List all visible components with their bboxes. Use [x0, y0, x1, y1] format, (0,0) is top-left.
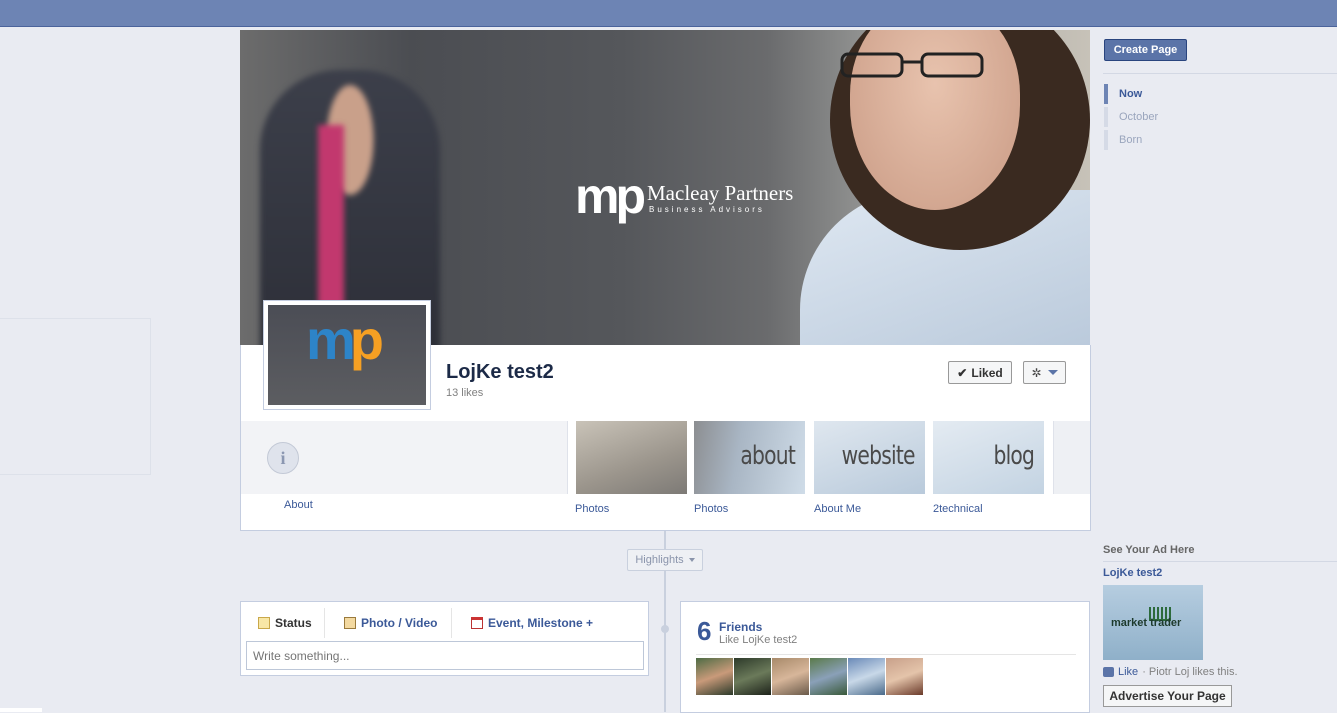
app-label-about-me[interactable]: About Me [814, 503, 861, 515]
app-thumb-website[interactable]: website [814, 421, 925, 494]
info-icon: i [267, 442, 299, 474]
tab-photo-video-label: Photo / Video [361, 616, 438, 630]
profile-picture[interactable]: mp [263, 300, 431, 410]
ad-image[interactable]: market trader [1103, 585, 1203, 660]
app-tile-more[interactable] [1053, 421, 1090, 494]
advertise-page-button[interactable]: Advertise Your Page [1103, 685, 1232, 707]
top-bar [0, 0, 1337, 27]
thumb-text-about: about [740, 441, 795, 471]
glasses-graphic [840, 52, 984, 78]
profile-logo: mp [306, 307, 384, 372]
profile-logo-p: p [349, 308, 384, 371]
app-label-photos-2[interactable]: Photos [694, 503, 728, 515]
status-icon [258, 617, 270, 629]
chevron-down-icon [688, 558, 695, 562]
timeline-nav-born[interactable]: Born [1104, 130, 1158, 150]
check-icon: ✔ [957, 365, 968, 380]
post-composer: Status Photo / Video Event, Milestone + [240, 601, 649, 676]
page-edge [0, 708, 42, 712]
friend-avatar[interactable] [886, 658, 923, 695]
friends-title[interactable]: Friends [719, 620, 762, 634]
gear-icon: ✲ [1031, 365, 1042, 380]
friend-avatar[interactable] [848, 658, 885, 695]
app-thumb-photos[interactable] [576, 421, 687, 494]
friend-avatar[interactable] [696, 658, 733, 695]
calendar-icon [471, 617, 483, 629]
thumb-text-website: website [841, 441, 916, 471]
cover-brand-tagline: Business Advisors [649, 205, 765, 214]
tab-photo-video[interactable]: Photo / Video [344, 616, 437, 630]
page-title[interactable]: LojKe test2 [446, 361, 554, 384]
thumb-text-blog: blog [993, 441, 1034, 471]
timeline-dot [661, 625, 669, 633]
tab-event-milestone-label: Event, Milestone + [488, 616, 594, 630]
post-input[interactable] [246, 641, 644, 670]
tab-status-label: Status [275, 616, 312, 630]
blank-panel [0, 318, 151, 475]
app-thumb-about[interactable]: about [694, 421, 805, 494]
highlights-label: Highlights [635, 554, 684, 566]
cover-logo-mark: mp [575, 168, 646, 224]
tab-divider [451, 608, 452, 638]
friend-avatar[interactable] [772, 658, 809, 695]
ad-like-text: · Piotr Loj likes this. [1142, 666, 1238, 678]
ad-heading[interactable]: See Your Ad Here [1103, 544, 1195, 556]
settings-dropdown-button[interactable]: ✲ [1023, 361, 1066, 384]
timeline-nav: Now October Born [1104, 84, 1158, 153]
timeline-nav-october[interactable]: October [1104, 107, 1158, 127]
friends-box: 6 Friends Like LojKe test2 [680, 601, 1090, 713]
friend-photo-list [696, 658, 923, 695]
divider [1103, 561, 1337, 562]
liked-label: Liked [971, 365, 1003, 380]
liked-button[interactable]: ✔ Liked [948, 361, 1012, 384]
friends-subtitle: Like LojKe test2 [719, 634, 798, 646]
friends-count[interactable]: 6 [697, 616, 711, 647]
divider [696, 654, 1076, 655]
create-page-button[interactable]: Create Page [1104, 39, 1187, 61]
friend-avatar[interactable] [810, 658, 847, 695]
photo-icon [344, 617, 356, 629]
profile-logo-m: m [306, 308, 356, 371]
app-label-about[interactable]: About [284, 499, 313, 511]
friend-avatar[interactable] [734, 658, 771, 695]
cover-tie [318, 125, 344, 315]
app-label-photos[interactable]: Photos [575, 503, 609, 515]
tab-event-milestone[interactable]: Event, Milestone + [471, 616, 593, 630]
timeline-nav-now[interactable]: Now [1104, 84, 1158, 104]
app-thumb-blog[interactable]: blog [933, 421, 1044, 494]
cover-brand-name: Macleay Partners [647, 181, 794, 205]
tab-divider [324, 608, 325, 638]
highlights-dropdown[interactable]: Highlights [627, 549, 703, 571]
ad-image-text: market trader [1111, 617, 1182, 629]
thumbs-up-icon [1103, 667, 1114, 677]
ad-title[interactable]: LojKe test2 [1103, 567, 1162, 579]
tab-status[interactable]: Status [258, 616, 312, 630]
ad-like-link[interactable]: Like [1118, 666, 1138, 678]
cover-photo[interactable]: mp Macleay Partners Business Advisors [240, 30, 1090, 345]
ad-like-row: Like · Piotr Loj likes this. [1103, 666, 1238, 678]
app-label-2technical[interactable]: 2technical [933, 503, 983, 515]
divider [1103, 73, 1337, 74]
likes-count[interactable]: 13 likes [446, 387, 483, 399]
chevron-down-icon [1047, 370, 1058, 375]
